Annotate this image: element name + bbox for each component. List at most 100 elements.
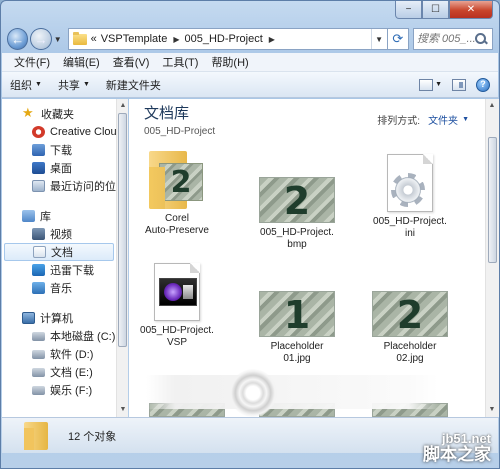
sidebar-item-videos[interactable]: 视频 bbox=[2, 225, 116, 243]
breadcrumb-overflow[interactable]: « bbox=[91, 33, 97, 45]
breadcrumb-005-hd-project[interactable]: 005_HD-Project bbox=[185, 33, 263, 45]
drive-icon bbox=[32, 385, 45, 395]
sidebar-item-label: 本地磁盘 (C:) bbox=[50, 331, 116, 343]
vsp-file-icon bbox=[154, 263, 200, 321]
sidebar-item-label: 音乐 bbox=[50, 283, 72, 295]
sidebar-item-label: 文档 bbox=[51, 247, 73, 259]
sidebar-item-drive-f[interactable]: 娱乐 (F:) bbox=[2, 381, 116, 399]
organize-button[interactable]: 组织 ▼ bbox=[10, 77, 42, 93]
sidebar-item-drive-e[interactable]: 文档 (E:) bbox=[2, 363, 116, 381]
sidebar-item-drive-d[interactable]: 软件 (D:) bbox=[2, 345, 116, 363]
address-dropdown[interactable]: ▼ bbox=[370, 29, 387, 49]
watermark-url: jb51.net bbox=[441, 431, 491, 446]
help-icon[interactable]: ? bbox=[476, 77, 490, 92]
menu-edit[interactable]: 编辑(E) bbox=[63, 54, 100, 70]
chevron-right-icon[interactable]: ▶ bbox=[173, 35, 179, 44]
scroll-up-icon[interactable]: ▲ bbox=[117, 100, 129, 112]
sidebar-item-creative-cloud[interactable]: Creative Cloud bbox=[2, 123, 116, 141]
sidebar-item-label: 收藏夹 bbox=[41, 109, 74, 121]
file-item-005-hd-project-ini[interactable]: 005_HD-Project. ini bbox=[365, 154, 455, 240]
file-item-005-hd-project-vsp[interactable]: 005_HD-Project. VSP bbox=[132, 263, 222, 349]
sidebar-item-computer[interactable]: 计算机 bbox=[2, 309, 116, 327]
refresh-button[interactable]: ⟳ bbox=[387, 28, 409, 50]
navigation-bar: ← → ▼ « VSPTemplate ▶ 005_HD-Project ▶ ▼… bbox=[7, 26, 493, 52]
menu-file[interactable]: 文件(F) bbox=[14, 54, 50, 70]
file-item-005-hd-project-bmp[interactable]: 2 005_HD-Project. bmp bbox=[252, 177, 342, 251]
sidebar-item-label: 视频 bbox=[50, 229, 72, 241]
search-input[interactable] bbox=[417, 33, 475, 45]
scroll-down-icon[interactable]: ▼ bbox=[117, 404, 129, 416]
file-list-pane: 文档库 005_HD-Project 排列方式: 文件夹 ▼ 2 Corel A… bbox=[129, 99, 485, 417]
maximize-button[interactable]: ☐ bbox=[422, 1, 449, 19]
preview-pane-icon[interactable] bbox=[452, 78, 466, 91]
new-folder-label: 新建文件夹 bbox=[105, 79, 161, 92]
library-header: 文档库 005_HD-Project bbox=[144, 102, 215, 137]
minimize-button[interactable]: − bbox=[395, 1, 422, 19]
chevron-right-icon[interactable]: ▶ bbox=[269, 35, 275, 44]
sidebar-item-drive-c[interactable]: 本地磁盘 (C:) bbox=[2, 327, 116, 345]
share-label: 共享 bbox=[57, 79, 80, 92]
recent-places-icon bbox=[32, 180, 45, 192]
file-list-scrollbar[interactable]: ▲ ▼ bbox=[485, 99, 499, 417]
folder-icon bbox=[24, 421, 48, 450]
sidebar-item-desktop[interactable]: 桌面 bbox=[2, 159, 116, 177]
drive-icon bbox=[32, 367, 45, 377]
address-bar[interactable]: « VSPTemplate ▶ 005_HD-Project ▶ ▼ bbox=[67, 28, 388, 50]
new-folder-button[interactable]: 新建文件夹 bbox=[106, 77, 161, 93]
scroll-down-icon[interactable]: ▼ bbox=[486, 404, 498, 416]
file-name: Corel Auto-Preserve bbox=[145, 213, 209, 236]
sidebar-item-libraries[interactable]: 库 bbox=[2, 207, 116, 225]
organize-label: 组织 bbox=[10, 79, 32, 92]
search-icon[interactable] bbox=[475, 33, 487, 45]
folder-preview-number: 2 bbox=[170, 165, 192, 200]
back-arrow-icon: ← bbox=[11, 31, 25, 47]
swirl-decoration bbox=[229, 369, 277, 417]
sidebar-item-music[interactable]: 音乐 bbox=[2, 279, 116, 297]
file-name: 005_HD-Project. VSP bbox=[140, 325, 214, 348]
file-name: Placeholder 01.jpg bbox=[270, 341, 324, 364]
navigation-pane-scrollbar[interactable]: ▲ ▼ bbox=[116, 99, 128, 417]
thumbnail-number: 2 bbox=[396, 293, 424, 337]
folder-icon: 2 bbox=[149, 147, 205, 209]
computer-icon bbox=[22, 312, 35, 324]
menu-help[interactable]: 帮助(H) bbox=[211, 54, 248, 70]
chevron-down-icon[interactable]: ▼ bbox=[462, 116, 469, 123]
watermark: jb51.net 脚本之家 bbox=[423, 431, 491, 464]
creative-cloud-icon bbox=[32, 126, 45, 138]
sidebar-item-recent-places[interactable]: 最近访问的位置 bbox=[2, 177, 116, 195]
sidebar-item-favorites[interactable]: ★ 收藏夹 bbox=[2, 105, 116, 123]
change-view-icon[interactable] bbox=[419, 78, 434, 91]
music-icon bbox=[32, 282, 45, 294]
scrollbar-thumb[interactable] bbox=[488, 137, 497, 263]
caption-buttons: − ☐ ✕ bbox=[395, 1, 493, 19]
chevron-down-icon[interactable]: ▼ bbox=[435, 81, 442, 88]
scrollbar-thumb[interactable] bbox=[118, 113, 127, 347]
share-button[interactable]: 共享 ▼ bbox=[58, 77, 90, 93]
image-thumbnail: 2 bbox=[372, 291, 448, 337]
forward-button[interactable]: → bbox=[30, 28, 52, 50]
file-item-placeholder-01[interactable]: 1 Placeholder 01.jpg bbox=[252, 291, 342, 365]
thunder-icon bbox=[32, 264, 45, 276]
star-icon: ★ bbox=[22, 105, 34, 120]
sidebar-item-thunder-downloads[interactable]: 迅雷下载 bbox=[2, 261, 116, 279]
search-box[interactable] bbox=[413, 28, 493, 50]
back-button[interactable]: ← bbox=[7, 28, 29, 50]
scroll-up-icon[interactable]: ▲ bbox=[486, 100, 498, 112]
arrange-by: 排列方式: 文件夹 ▼ bbox=[377, 112, 469, 127]
video-icon bbox=[32, 228, 45, 240]
sidebar-item-downloads[interactable]: 下载 bbox=[2, 141, 116, 159]
file-item-corel-auto-preserve[interactable]: 2 Corel Auto-Preserve bbox=[132, 147, 222, 237]
breadcrumb-vsptemplate[interactable]: VSPTemplate bbox=[101, 33, 168, 45]
recent-pages-dropdown[interactable]: ▼ bbox=[52, 35, 64, 44]
arrange-by-dropdown[interactable]: 文件夹 bbox=[428, 112, 458, 127]
menu-tools[interactable]: 工具(T) bbox=[162, 54, 198, 70]
sidebar-item-documents[interactable]: 文档 bbox=[4, 243, 114, 261]
library-title: 文档库 bbox=[144, 105, 190, 122]
close-button[interactable]: ✕ bbox=[449, 1, 493, 19]
folder-icon bbox=[72, 31, 87, 45]
videostudio-icon bbox=[159, 278, 197, 306]
menu-view[interactable]: 查看(V) bbox=[113, 54, 150, 70]
file-item-placeholder-02[interactable]: 2 Placeholder 02.jpg bbox=[365, 291, 455, 365]
menu-bar: 文件(F) 编辑(E) 查看(V) 工具(T) 帮助(H) bbox=[2, 53, 498, 72]
file-name: 005_HD-Project. ini bbox=[373, 216, 447, 239]
